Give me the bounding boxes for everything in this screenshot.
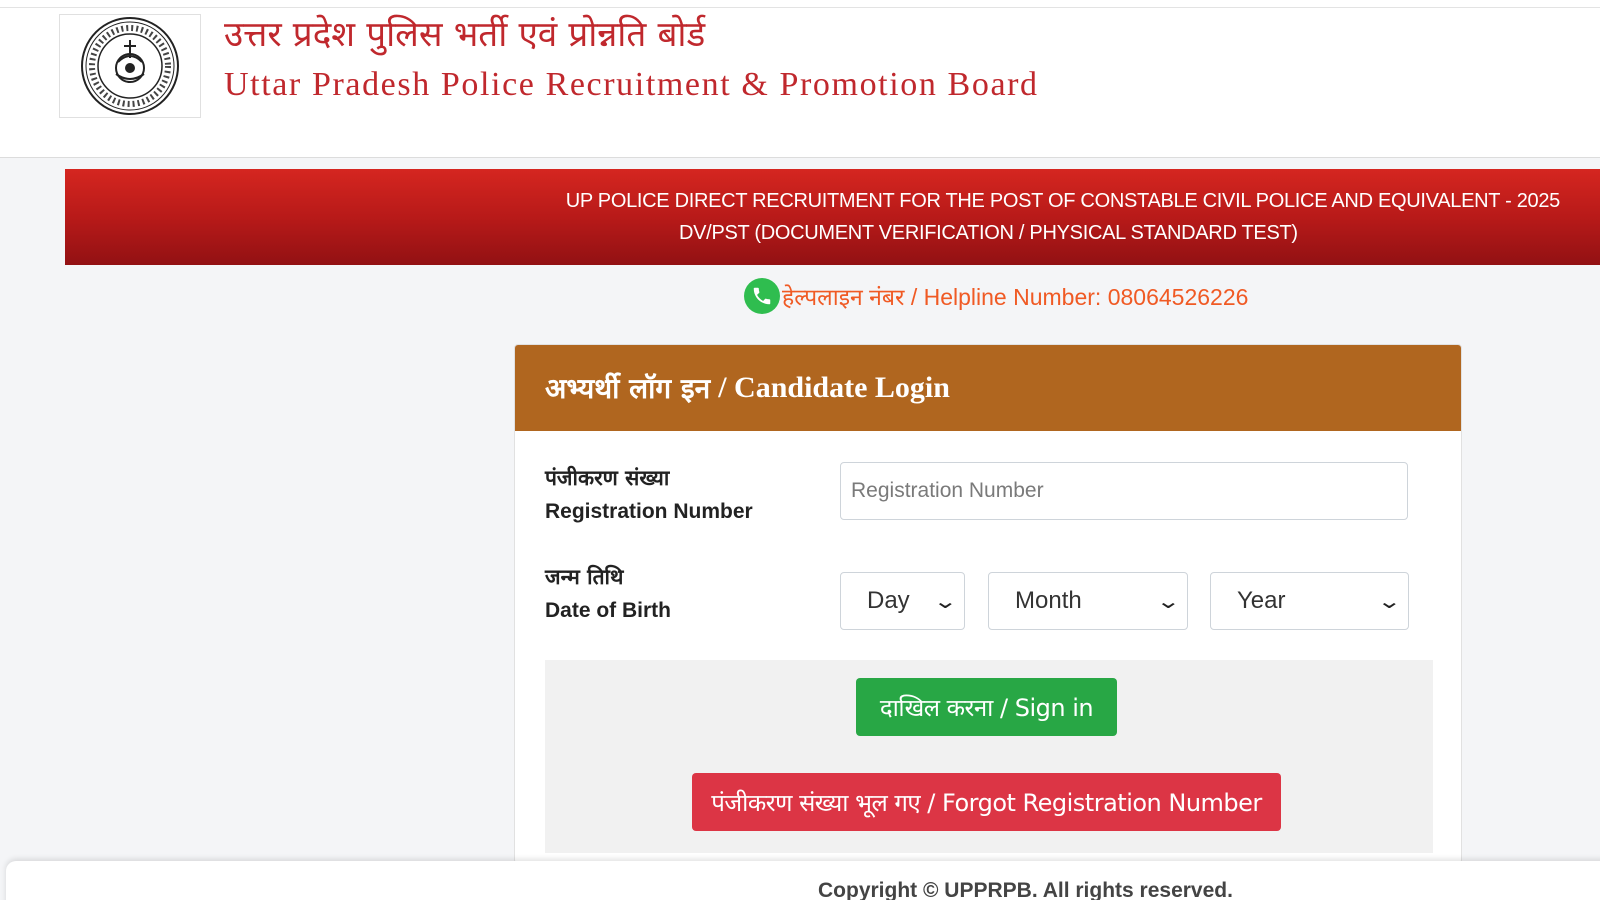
dob-month-value: Month: [1015, 587, 1082, 614]
login-heading-hindi: अभ्यर्थी लॉग इन: [545, 372, 711, 405]
dob-day-select[interactable]: Day ⌄: [840, 572, 965, 630]
registration-label-hindi: पंजीकरण संख्या: [545, 465, 670, 490]
registration-label: पंजीकरण संख्या Registration Number: [545, 463, 753, 527]
dob-label-english: Date of Birth: [545, 599, 671, 622]
upprpb-logo: [59, 14, 201, 118]
board-title-hindi: उत्तर प्रदेश पुलिस भर्ती एवं प्रोन्नति ब…: [224, 15, 706, 55]
helpline-text: हेल्पलाइन नंबर / Helpline Number: 080645…: [782, 284, 1249, 310]
banner-line-2: DV/PST (DOCUMENT VERIFICATION / PHYSICAL…: [679, 222, 1298, 244]
login-card-header: अभ्यर्थी लॉग इन / Candidate Login: [515, 345, 1461, 431]
dob-year-value: Year: [1237, 587, 1286, 614]
login-heading-english: / Candidate Login: [718, 371, 950, 404]
chevron-down-icon: ⌄: [933, 590, 959, 613]
site-header: उत्तर प्रदेश पुलिस भर्ती एवं प्रोन्नति ब…: [0, 8, 1600, 158]
helpline: हेल्पलाइन नंबर / Helpline Number: 080645…: [744, 278, 1248, 314]
sign-in-button[interactable]: दाखिल करना / Sign in: [856, 678, 1117, 736]
registration-label-english: Registration Number: [545, 500, 753, 523]
copyright-text: Copyright © UPPRPB. All rights reserved.: [818, 879, 1233, 900]
dob-label-hindi: जन्म तिथि: [545, 564, 624, 589]
dob-label: जन्म तिथि Date of Birth: [545, 562, 671, 626]
login-actions-panel: दाखिल करना / Sign in पंजीकरण संख्या भूल …: [545, 660, 1433, 853]
candidate-login-card: अभ्यर्थी लॉग इन / Candidate Login पंजीकर…: [514, 344, 1462, 864]
chevron-down-icon: ⌄: [1156, 590, 1182, 613]
recruitment-banner: UP POLICE DIRECT RECRUITMENT FOR THE POS…: [65, 169, 1600, 265]
forgot-registration-button[interactable]: पंजीकरण संख्या भूल गए / Forgot Registrat…: [692, 773, 1281, 831]
seal-emblem-icon: [81, 17, 179, 115]
banner-line-1: UP POLICE DIRECT RECRUITMENT FOR THE POS…: [565, 190, 1561, 212]
dob-year-select[interactable]: Year ⌄: [1210, 572, 1409, 630]
chevron-down-icon: ⌄: [1377, 590, 1403, 613]
site-footer: Copyright © UPPRPB. All rights reserved.: [6, 861, 1600, 900]
dob-month-select[interactable]: Month ⌄: [988, 572, 1188, 630]
board-title-english: Uttar Pradesh Police Recruitment & Promo…: [224, 66, 1039, 103]
registration-number-input[interactable]: [840, 462, 1408, 520]
phone-icon: [744, 278, 780, 314]
top-strip: [0, 0, 1600, 8]
dob-day-value: Day: [867, 587, 910, 614]
